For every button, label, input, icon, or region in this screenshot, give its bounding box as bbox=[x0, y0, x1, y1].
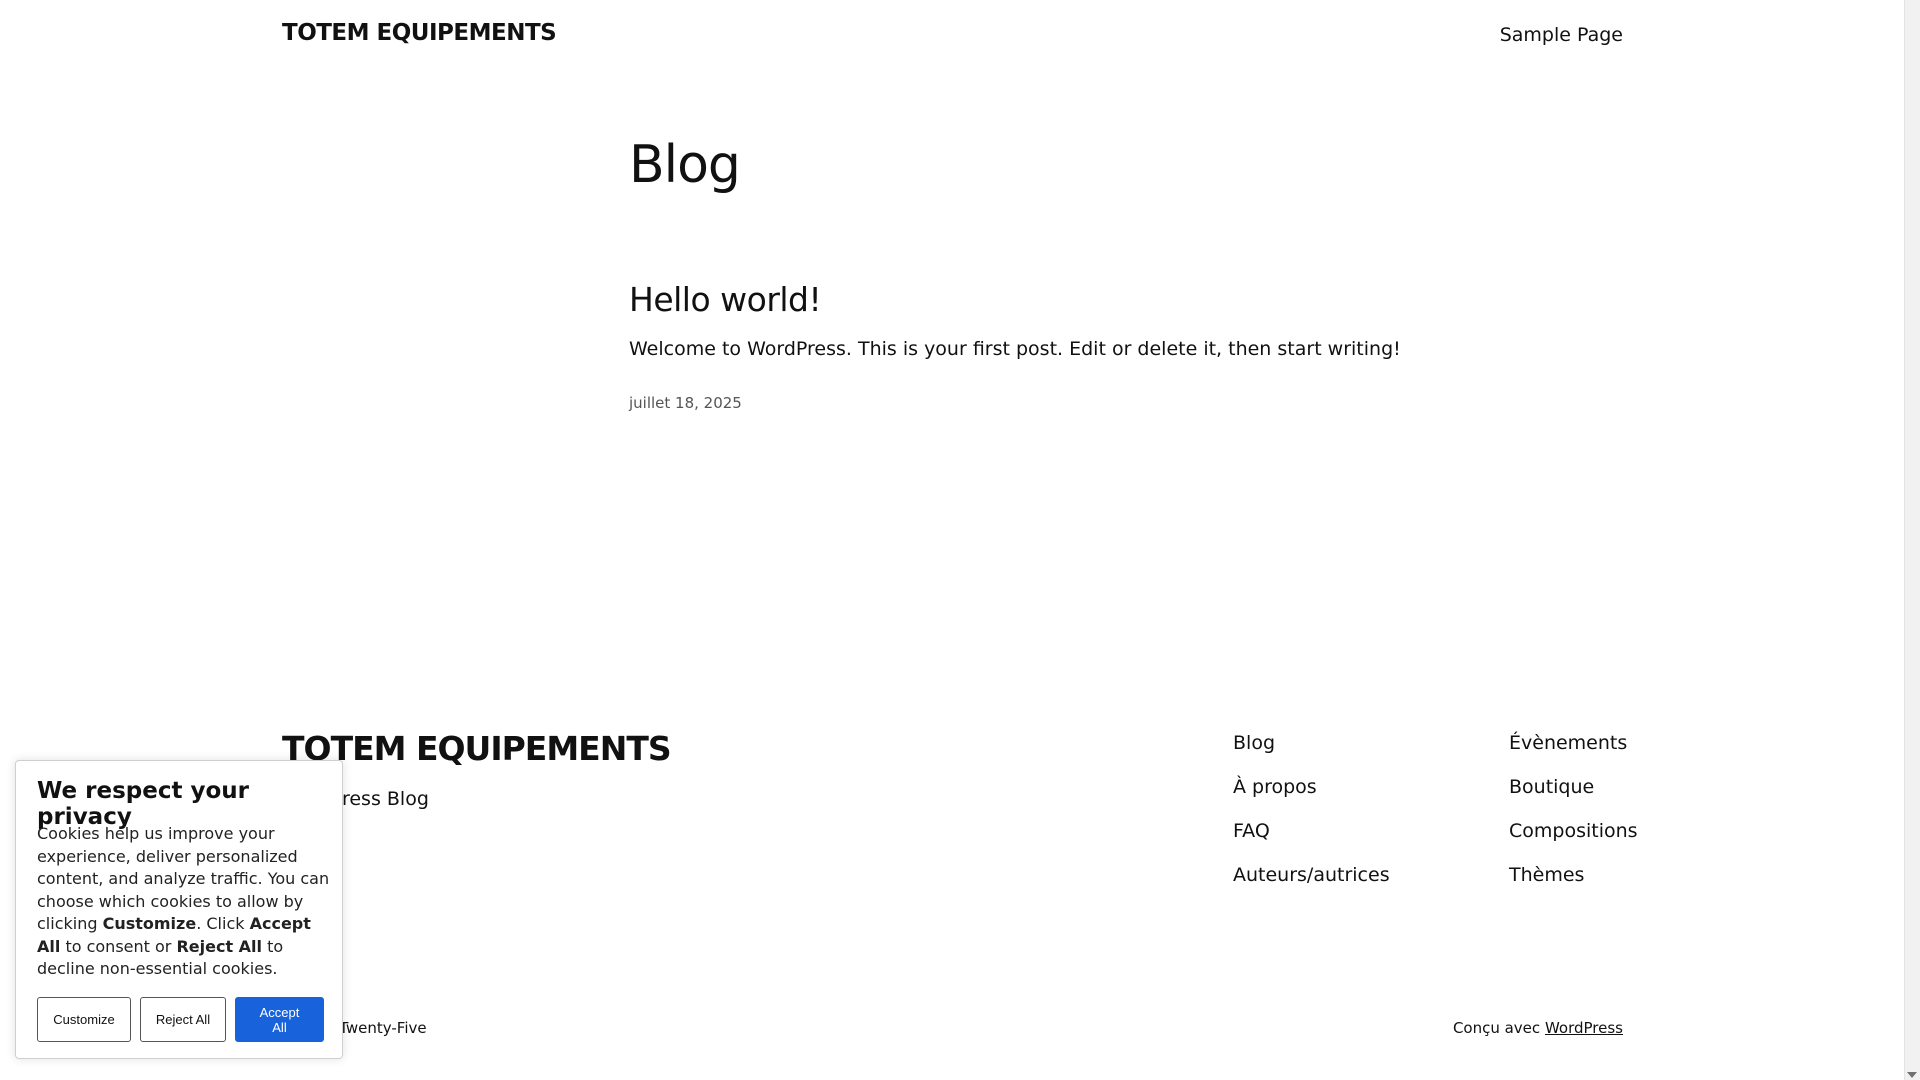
footer-nav-column-2: Évènements Boutique Compositions Thèmes bbox=[1509, 732, 1638, 886]
footer-credit-prefix: Conçu avec bbox=[1452, 1019, 1541, 1037]
scroll-down-arrow-icon[interactable] bbox=[1907, 1072, 1917, 1078]
cookie-text-part: to consent or bbox=[60, 936, 177, 956]
footer-nav-column-1: Blog À propos FAQ Auteurs/autrices bbox=[1233, 732, 1390, 886]
footer-link-themes[interactable]: Thèmes bbox=[1509, 864, 1638, 886]
footer-link-shop[interactable]: Boutique bbox=[1509, 776, 1638, 798]
page-title: Blog bbox=[629, 135, 741, 195]
footer-link-patterns[interactable]: Compositions bbox=[1509, 820, 1638, 842]
cookie-text-part: . Click bbox=[196, 914, 250, 933]
post-excerpt: Welcome to WordPress. This is your first… bbox=[629, 338, 1401, 360]
cookie-customize-button[interactable]: Customize bbox=[37, 997, 131, 1042]
cookie-reject-all-button[interactable]: Reject All bbox=[140, 997, 226, 1042]
footer-designed-with: Conçu avec WordPress bbox=[1453, 1019, 1623, 1037]
footer-wordpress-link[interactable]: WordPress bbox=[1545, 1019, 1623, 1037]
cookie-accept-all-button[interactable]: Accept All bbox=[235, 997, 324, 1042]
post-date: juillet 18, 2025 bbox=[629, 394, 742, 412]
footer-link-events[interactable]: Évènements bbox=[1509, 732, 1638, 754]
page-scrollbar[interactable] bbox=[1904, 0, 1920, 1080]
footer-link-about[interactable]: À propos bbox=[1233, 776, 1390, 798]
footer-link-blog[interactable]: Blog bbox=[1233, 732, 1390, 754]
cookie-banner-description: Cookies help us improve your experience,… bbox=[37, 823, 332, 981]
cookie-consent-banner: We respect your privacy Cookies help us … bbox=[15, 760, 343, 1059]
nav-sample-page[interactable]: Sample Page bbox=[1500, 24, 1623, 46]
cookie-text-bold: Reject All bbox=[176, 936, 263, 956]
footer-link-authors[interactable]: Auteurs/autrices bbox=[1233, 864, 1390, 886]
cookie-text-bold: Customize bbox=[102, 914, 197, 933]
footer-link-faq[interactable]: FAQ bbox=[1233, 820, 1390, 842]
post-title-link[interactable]: Hello world! bbox=[629, 280, 822, 319]
site-title-link[interactable]: TOTEM EQUIPEMENTS bbox=[282, 20, 557, 46]
